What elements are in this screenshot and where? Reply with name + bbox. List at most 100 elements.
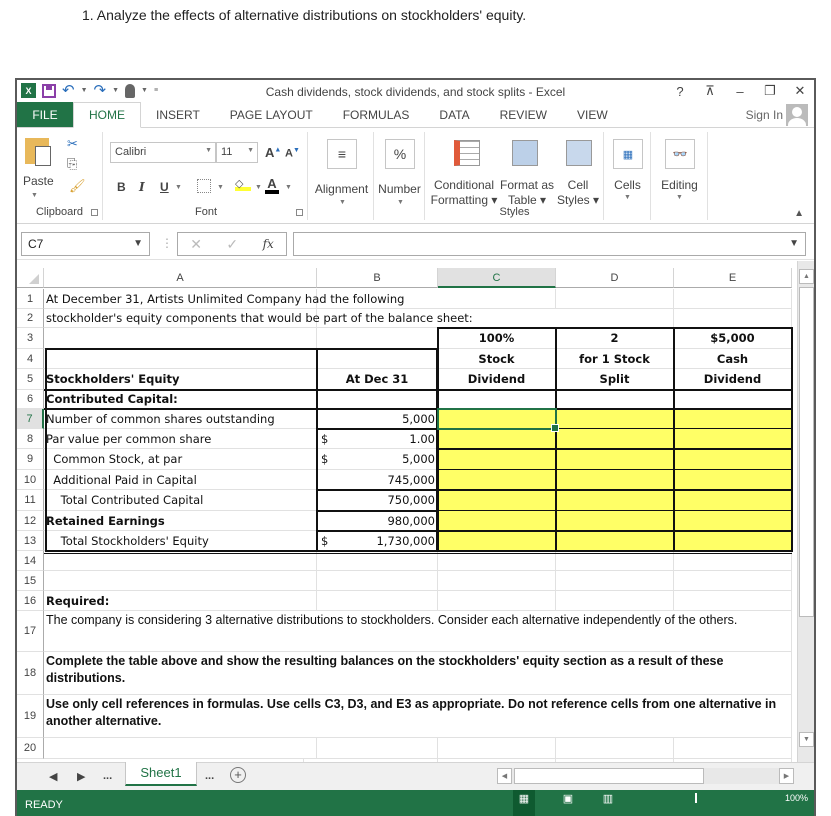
cell-c6[interactable]	[438, 390, 556, 409]
scroll-left-icon[interactable]: ◀	[497, 768, 512, 784]
add-sheet-button[interactable]: +	[230, 767, 246, 783]
format-painter-icon[interactable]: 🖌	[69, 178, 86, 194]
cell-b8[interactable]: 1.00 $	[317, 429, 438, 449]
row-header[interactable]: 19	[17, 695, 44, 738]
alignment-button[interactable]: Alignment	[310, 182, 373, 197]
input-cell-c13[interactable]	[438, 531, 556, 551]
insert-function-icon[interactable]: fx	[263, 237, 274, 251]
cell-a3[interactable]	[44, 328, 317, 349]
input-cell-e8[interactable]	[674, 429, 792, 449]
cell-a6[interactable]: Contributed Capital:	[44, 390, 317, 409]
cell-c5[interactable]: Dividend	[438, 369, 556, 390]
tab-review[interactable]: REVIEW	[485, 102, 562, 127]
column-header-d[interactable]: D	[556, 268, 674, 288]
vertical-scroll-thumb[interactable]	[799, 287, 814, 617]
enter-icon[interactable]: ✓	[226, 236, 238, 253]
font-launcher-icon[interactable]	[296, 209, 303, 216]
cell-d15[interactable]	[556, 571, 674, 591]
row-header[interactable]: 11	[17, 490, 44, 511]
input-cell-c7[interactable]	[438, 409, 556, 429]
font-name-select[interactable]: Calibri ▼	[110, 142, 216, 163]
more-sheets-right[interactable]: ...	[205, 770, 214, 782]
cell-c4[interactable]: Stock	[438, 349, 556, 369]
close-icon[interactable]: ✕	[794, 83, 806, 99]
number-button[interactable]: Number	[375, 182, 424, 197]
cell-a17[interactable]: The company is considering 3 alternative…	[44, 611, 792, 652]
row-header[interactable]: 14	[17, 551, 44, 571]
cell-a13[interactable]: Total Stockholders' Equity	[44, 531, 317, 551]
underline-button[interactable]: U	[160, 180, 169, 194]
spreadsheet-grid[interactable]: A B C D E 1 At December 31, Artists Unlim…	[17, 261, 814, 769]
more-sheets-left[interactable]: ...	[103, 770, 112, 782]
input-cell-c10[interactable]	[438, 470, 556, 490]
row-header[interactable]: 20	[17, 738, 44, 759]
name-box[interactable]: C7 ▼	[21, 232, 150, 256]
sheet-tab-sheet1[interactable]: Sheet1	[125, 762, 197, 786]
bold-button[interactable]: B	[117, 180, 126, 194]
cell-d2[interactable]	[556, 309, 674, 328]
cell-c15[interactable]	[438, 571, 556, 591]
cell-b7[interactable]: 5,000	[317, 409, 438, 429]
format-as-table-button[interactable]: Format as Table ▾	[500, 178, 554, 208]
borders-icon[interactable]	[197, 179, 211, 193]
cell-d1[interactable]	[556, 289, 674, 309]
cell-a19[interactable]: Use only cell references in formulas. Us…	[44, 695, 792, 738]
cell-d4[interactable]: for 1 Stock	[556, 349, 674, 369]
page-break-view-icon[interactable]: ▥	[597, 790, 619, 816]
input-cell-e12[interactable]	[674, 511, 792, 531]
column-header-c[interactable]: C	[438, 268, 556, 288]
fill-color-dropdown-icon[interactable]: ▼	[255, 184, 262, 191]
cell-a20[interactable]	[44, 738, 317, 759]
input-cell-d9[interactable]	[556, 449, 674, 470]
cell-d20[interactable]	[556, 738, 674, 759]
row-header[interactable]: 10	[17, 470, 44, 490]
cell-a10[interactable]: Additional Paid in Capital	[44, 470, 317, 490]
cell-c20[interactable]	[438, 738, 556, 759]
scroll-down-icon[interactable]: ▼	[799, 732, 814, 747]
minimize-icon[interactable]: –	[734, 84, 746, 99]
ribbon-display-icon[interactable]: ⊼	[704, 83, 716, 99]
horizontal-scrollbar[interactable]: ◀ ▶	[497, 768, 794, 784]
row-header[interactable]: 1	[17, 289, 44, 309]
cell-a11[interactable]: Total Contributed Capital	[44, 490, 317, 511]
cell-b9[interactable]: 5,000 $	[317, 449, 438, 470]
cells-group[interactable]: ▦ Cells ▼	[605, 132, 651, 220]
column-header-b[interactable]: B	[317, 268, 438, 288]
cell-a14[interactable]	[44, 551, 317, 571]
cell-b13[interactable]: 1,730,000 $	[317, 531, 438, 551]
normal-view-icon[interactable]: ▦	[513, 790, 535, 816]
row-header[interactable]: 6	[17, 390, 44, 409]
cell-b11[interactable]: 750,000	[317, 490, 438, 511]
cut-icon[interactable]: ✂	[67, 136, 78, 152]
cell-e16[interactable]	[674, 591, 792, 611]
cell-e5[interactable]: Dividend	[674, 369, 792, 390]
editing-group[interactable]: 👓 Editing ▼	[652, 132, 708, 220]
row-header[interactable]: 3	[17, 328, 44, 349]
vertical-scrollbar[interactable]: ▲ ▼	[797, 261, 814, 762]
cell-e20[interactable]	[674, 738, 792, 759]
row-header[interactable]: 13	[17, 531, 44, 551]
zoom-level[interactable]: 100%	[785, 793, 808, 803]
conditional-formatting-button[interactable]: Conditional Formatting ▾	[428, 178, 500, 208]
input-cell-d12[interactable]	[556, 511, 674, 531]
input-cell-e13[interactable]	[674, 531, 792, 551]
cell-c1[interactable]	[438, 289, 556, 309]
prev-sheet-icon[interactable]: ◀	[49, 770, 57, 783]
cell-a4[interactable]	[44, 349, 317, 369]
input-cell-c8[interactable]	[438, 429, 556, 449]
paste-icon[interactable]	[25, 138, 51, 166]
paste-dropdown-icon[interactable]: ▼	[31, 192, 38, 199]
cell-e14[interactable]	[674, 551, 792, 571]
cell-e15[interactable]	[674, 571, 792, 591]
cell-b20[interactable]	[317, 738, 438, 759]
cell-a18[interactable]: Complete the table above and show the re…	[44, 652, 792, 695]
formula-input[interactable]: ▼	[293, 232, 806, 256]
fill-color-icon[interactable]: ◇	[235, 177, 251, 191]
row-header[interactable]: 2	[17, 309, 44, 328]
cell-b3[interactable]	[317, 328, 438, 349]
select-all-button[interactable]	[17, 268, 44, 288]
cell-a2[interactable]: stockholder's equity components that wou…	[44, 309, 473, 328]
input-cell-d10[interactable]	[556, 470, 674, 490]
cell-a1[interactable]: At December 31, Artists Unlimited Compan…	[44, 289, 404, 309]
paste-button[interactable]: Paste	[23, 174, 54, 188]
